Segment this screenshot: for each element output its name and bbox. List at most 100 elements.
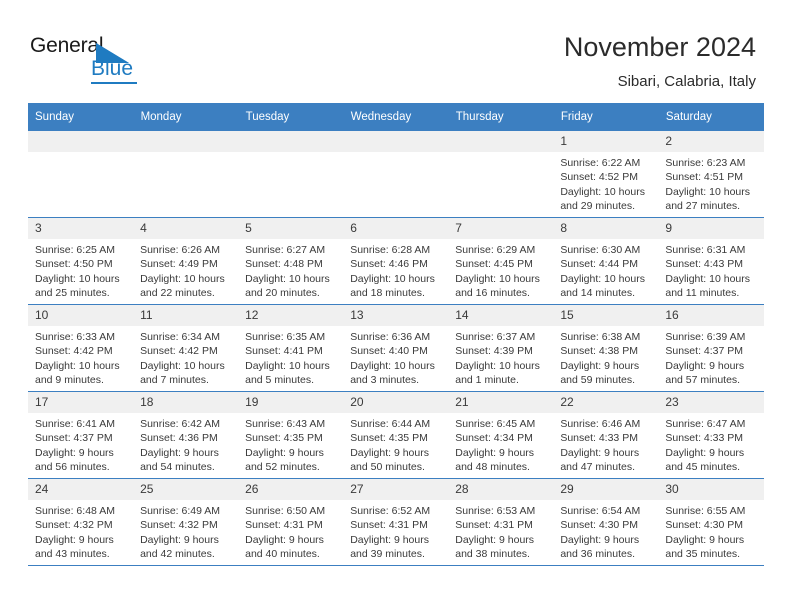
sunset-text: Sunset: 4:31 PM	[455, 519, 533, 532]
day-number: 20	[343, 392, 449, 413]
sunset-text: Sunset: 4:39 PM	[455, 345, 533, 358]
sunrise-text: Sunrise: 6:23 AM	[665, 157, 746, 169]
day-details: Sunrise: 6:42 AM Sunset: 4:36 PM Daylight:…	[133, 413, 238, 475]
sunset-text: Sunset: 4:30 PM	[560, 519, 638, 532]
calendar-day-cell[interactable]: 17 Sunrise: 6:41 AM Sunset: 4:37 PM Dayligh…	[28, 391, 134, 479]
day-number: 6	[343, 218, 449, 239]
page-title: November 2024	[563, 32, 756, 62]
day-number: 4	[133, 218, 239, 239]
daylight-text: Daylight: 10 hours and 11 minutes.	[665, 272, 751, 300]
day-details: Sunrise: 6:46 AM Sunset: 4:33 PM Daylight:…	[553, 413, 658, 475]
day-number: 5	[238, 218, 344, 239]
day-number: 9	[658, 218, 764, 239]
calendar-day-cell[interactable]: 2 Sunrise: 6:23 AM Sunset: 4:51 PM Daylight…	[658, 131, 764, 218]
sunset-text: Sunset: 4:43 PM	[665, 258, 744, 271]
day-details: Sunrise: 6:35 AM Sunset: 4:41 PM Daylight:…	[238, 326, 343, 388]
calendar-day-cell[interactable]: 10 Sunrise: 6:33 AM Sunset: 4:42 PM Dayligh…	[28, 304, 134, 392]
day-details: Sunrise: 6:25 AM Sunset: 4:50 PM Daylight:…	[28, 239, 133, 301]
title-block: November 2024 Sibari, Calabria, Italy	[564, 30, 756, 93]
day-number: 22	[553, 392, 659, 413]
day-details: Sunrise: 6:52 AM Sunset: 4:31 PM Daylight:…	[343, 500, 448, 562]
calendar-day-cell[interactable]: 15 Sunrise: 6:38 AM Sunset: 4:38 PM Dayligh…	[553, 304, 659, 392]
weekday-header-monday: Monday	[133, 103, 239, 131]
calendar-day-cell[interactable]: 4 Sunrise: 6:26 AM Sunset: 4:49 PM Daylight…	[133, 217, 239, 305]
sunrise-text: Sunrise: 6:35 AM	[245, 331, 326, 343]
general-blue-logo[interactable]: General Blue	[30, 33, 170, 85]
calendar-day-cell[interactable]: 30 Sunrise: 6:55 AM Sunset: 4:30 PM Dayligh…	[658, 478, 764, 566]
calendar-day-cell[interactable]: 24 Sunrise: 6:48 AM Sunset: 4:32 PM Dayligh…	[28, 478, 134, 566]
calendar-day-cell[interactable]: 21 Sunrise: 6:45 AM Sunset: 4:34 PM Dayligh…	[448, 391, 554, 479]
daylight-text: Daylight: 9 hours and 43 minutes.	[35, 533, 114, 561]
sunset-text: Sunset: 4:37 PM	[35, 432, 113, 445]
sunset-text: Sunset: 4:35 PM	[245, 432, 323, 445]
daylight-text: Daylight: 10 hours and 18 minutes.	[350, 272, 435, 300]
calendar-day-cell[interactable]: 28 Sunrise: 6:53 AM Sunset: 4:31 PM Dayligh…	[448, 478, 554, 566]
calendar-day-cell[interactable]: 26 Sunrise: 6:50 AM Sunset: 4:31 PM Dayligh…	[238, 478, 344, 566]
calendar-day-cell[interactable]: 5 Sunrise: 6:27 AM Sunset: 4:48 PM Daylight…	[238, 217, 344, 305]
calendar-day-cell[interactable]: 6 Sunrise: 6:28 AM Sunset: 4:46 PM Daylight…	[343, 217, 449, 305]
day-details: Sunrise: 6:30 AM Sunset: 4:44 PM Daylight:…	[553, 239, 658, 301]
daylight-text: Daylight: 9 hours and 42 minutes.	[140, 533, 219, 561]
day-number: 12	[238, 305, 344, 326]
sunrise-text: Sunrise: 6:41 AM	[35, 418, 115, 430]
day-number: 28	[448, 479, 554, 500]
day-details: Sunrise: 6:43 AM Sunset: 4:35 PM Daylight:…	[238, 413, 343, 475]
daylight-text: Daylight: 9 hours and 48 minutes.	[455, 446, 535, 474]
day-number: 11	[133, 305, 239, 326]
day-details: Sunrise: 6:27 AM Sunset: 4:48 PM Daylight:…	[238, 239, 343, 301]
calendar-day-cell[interactable]: 18 Sunrise: 6:42 AM Sunset: 4:36 PM Dayligh…	[133, 391, 239, 479]
daylight-text: Daylight: 9 hours and 35 minutes.	[665, 533, 745, 561]
daylight-text: Daylight: 10 hours and 29 minutes.	[560, 185, 645, 213]
weekday-header-sunday: Sunday	[28, 103, 134, 131]
sunrise-text: Sunrise: 6:48 AM	[35, 505, 115, 517]
calendar-day-cell[interactable]: 19 Sunrise: 6:43 AM Sunset: 4:35 PM Dayligh…	[238, 391, 344, 479]
day-number	[343, 131, 449, 152]
sunrise-text: Sunrise: 6:31 AM	[665, 244, 746, 256]
calendar-week-row: 3 Sunrise: 6:25 AM Sunset: 4:50 PM Daylight…	[28, 217, 764, 305]
sunrise-text: Sunrise: 6:33 AM	[35, 331, 115, 343]
calendar-day-cell[interactable]: 7 Sunrise: 6:29 AM Sunset: 4:45 PM Daylight…	[448, 217, 554, 305]
calendar-day-cell[interactable]: 25 Sunrise: 6:49 AM Sunset: 4:32 PM Dayligh…	[133, 478, 239, 566]
daylight-text: Daylight: 10 hours and 16 minutes.	[455, 272, 540, 300]
daylight-text: Daylight: 9 hours and 40 minutes.	[245, 533, 324, 561]
calendar-day-cell[interactable]: 23 Sunrise: 6:47 AM Sunset: 4:33 PM Dayligh…	[658, 391, 764, 479]
calendar-day-cell[interactable]: 16 Sunrise: 6:39 AM Sunset: 4:37 PM Dayligh…	[658, 304, 764, 392]
day-number: 1	[553, 131, 659, 152]
day-details: Sunrise: 6:53 AM Sunset: 4:31 PM Daylight:…	[448, 500, 553, 562]
calendar-day-cell[interactable]: 29 Sunrise: 6:54 AM Sunset: 4:30 PM Dayligh…	[553, 478, 659, 566]
sunrise-text: Sunrise: 6:50 AM	[245, 505, 326, 517]
calendar-day-cell[interactable]: 11 Sunrise: 6:34 AM Sunset: 4:42 PM Dayligh…	[133, 304, 239, 392]
calendar-day-cell[interactable]: 9 Sunrise: 6:31 AM Sunset: 4:43 PM Daylight…	[658, 217, 764, 305]
sunrise-text: Sunrise: 6:53 AM	[455, 505, 536, 517]
sunrise-text: Sunrise: 6:42 AM	[140, 418, 221, 430]
calendar-day-cell[interactable]: 3 Sunrise: 6:25 AM Sunset: 4:50 PM Daylight…	[28, 217, 134, 305]
sunset-text: Sunset: 4:32 PM	[35, 519, 113, 532]
sunset-text: Sunset: 4:33 PM	[560, 432, 638, 445]
day-details: Sunrise: 6:49 AM Sunset: 4:32 PM Daylight:…	[133, 500, 238, 562]
weekday-header-friday: Friday	[553, 103, 659, 131]
daylight-text: Daylight: 10 hours and 7 minutes.	[140, 359, 225, 387]
sunset-text: Sunset: 4:45 PM	[455, 258, 533, 271]
calendar-day-cell[interactable]: 1 Sunrise: 6:22 AM Sunset: 4:52 PM Daylight…	[553, 131, 659, 218]
day-number: 14	[448, 305, 554, 326]
day-number: 2	[658, 131, 764, 152]
day-number	[28, 131, 134, 152]
logo-text-blue: Blue	[91, 57, 134, 80]
day-number	[238, 131, 344, 152]
day-number: 26	[238, 479, 344, 500]
calendar-day-cell[interactable]: 8 Sunrise: 6:30 AM Sunset: 4:44 PM Daylight…	[553, 217, 659, 305]
calendar-day-cell[interactable]: 22 Sunrise: 6:46 AM Sunset: 4:33 PM Dayligh…	[553, 391, 659, 479]
day-number: 10	[28, 305, 134, 326]
calendar-day-cell[interactable]: 27 Sunrise: 6:52 AM Sunset: 4:31 PM Dayligh…	[343, 478, 449, 566]
day-number: 17	[28, 392, 134, 413]
calendar-body: 1 Sunrise: 6:22 AM Sunset: 4:52 PM Daylight…	[28, 131, 764, 566]
daylight-text: Daylight: 10 hours and 22 minutes.	[140, 272, 225, 300]
calendar-day-cell[interactable]: 13 Sunrise: 6:36 AM Sunset: 4:40 PM Dayligh…	[343, 304, 449, 392]
calendar-day-cell[interactable]: 12 Sunrise: 6:35 AM Sunset: 4:41 PM Dayligh…	[238, 304, 344, 392]
daylight-text: Daylight: 10 hours and 3 minutes.	[350, 359, 435, 387]
sunset-text: Sunset: 4:49 PM	[140, 258, 218, 271]
calendar-day-cell[interactable]: 14 Sunrise: 6:37 AM Sunset: 4:39 PM Dayligh…	[448, 304, 554, 392]
sunrise-text: Sunrise: 6:25 AM	[35, 244, 115, 256]
day-number: 23	[658, 392, 764, 413]
calendar-day-cell[interactable]: 20 Sunrise: 6:44 AM Sunset: 4:35 PM Dayligh…	[343, 391, 449, 479]
